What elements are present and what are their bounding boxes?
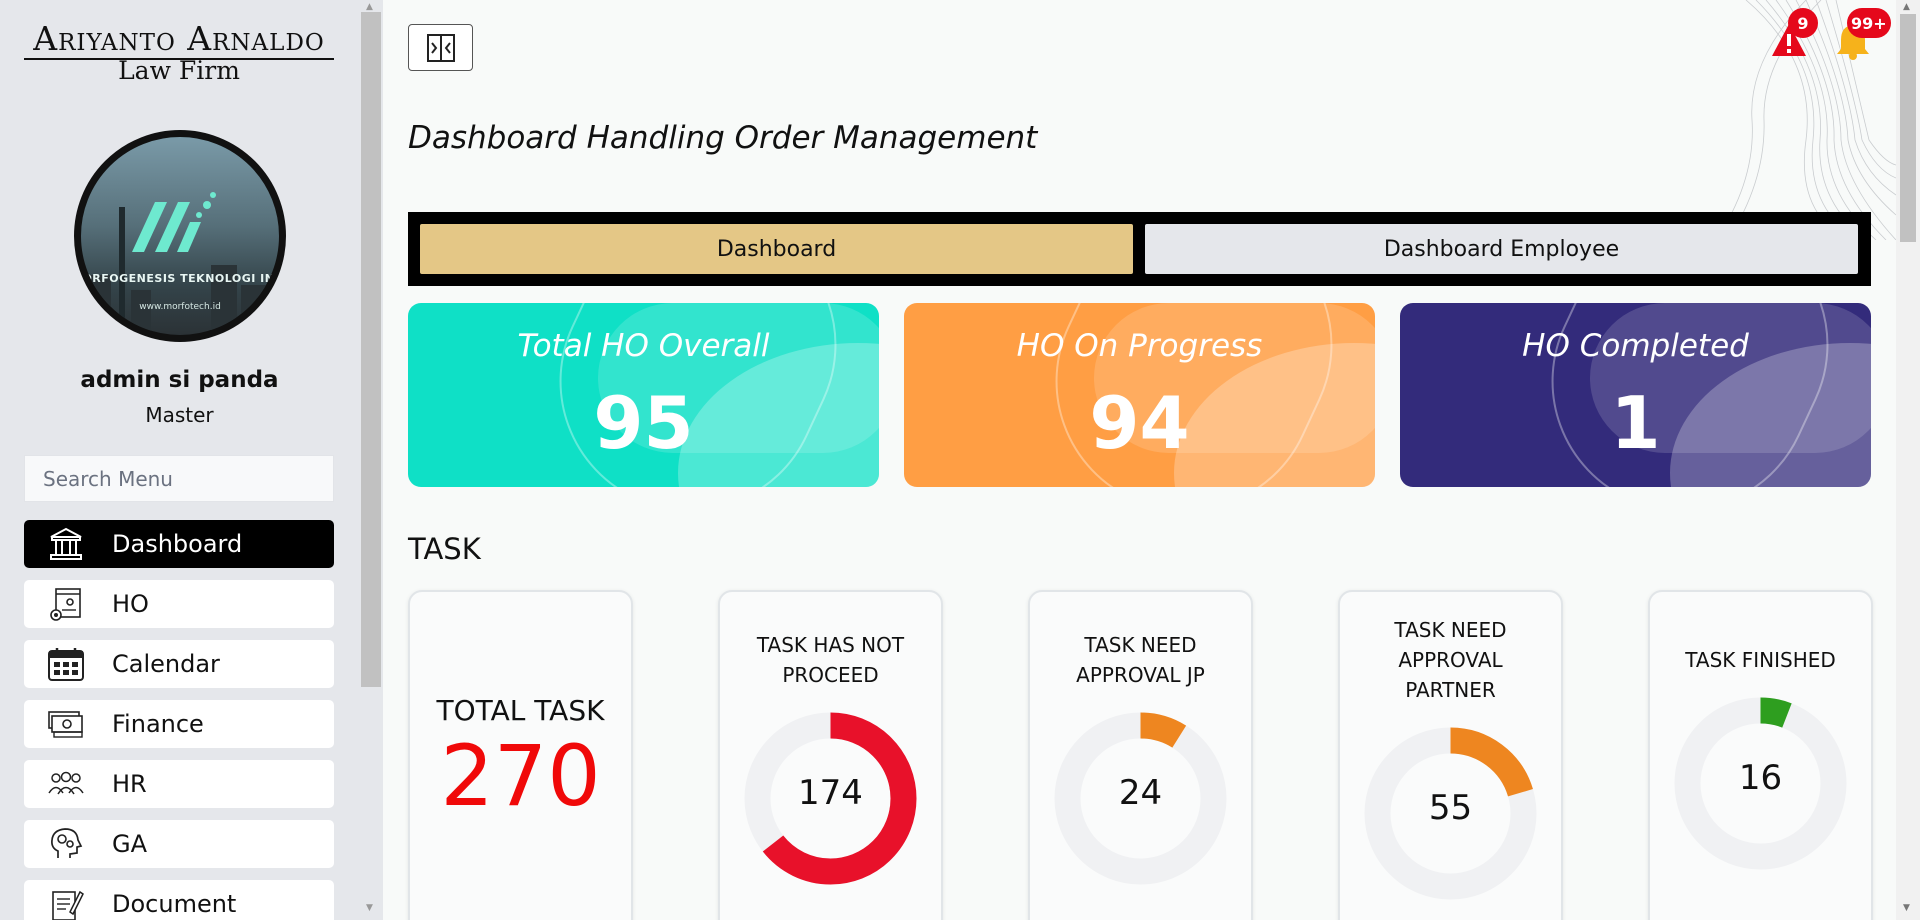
title-line: TASK NEED [1394,618,1507,642]
nav-label: Finance [112,710,204,738]
avatar: MORFOGENESIS TEKNOLOGI INDONESIA www.mor… [74,130,286,342]
document-icon [44,885,88,920]
task-card-need-approval-jp[interactable]: TASK NEED APPROVAL JP 24 [1028,590,1253,920]
user-name: admin si panda [80,367,279,393]
web-settings-icon [44,585,88,623]
total-task-value: 270 [440,727,601,825]
alerts-badge: 9 [1788,8,1818,38]
scroll-down-arrow[interactable]: ▼ [366,903,373,913]
total-task-card[interactable]: TOTAL TASK 270 [408,590,633,920]
tab-dashboard[interactable]: Dashboard [420,224,1133,274]
nav-item-ho[interactable]: HO [24,580,334,628]
title-line: PROCEED [782,663,879,687]
donut-value: 55 [1428,788,1473,828]
nav-label: HR [112,770,147,798]
stat-title: HO Completed [1522,328,1749,364]
user-role: Master [145,403,214,427]
main-scroll-thumb[interactable] [1900,14,1916,242]
sidebar-toggle-button[interactable] [408,24,473,71]
notifications-badge: 99+ [1847,8,1891,38]
firm-logo[interactable]: Ariyanto Arnaldo Law Firm [24,20,334,86]
avatar-company-text: MORFOGENESIS TEKNOLOGI INDONESIA [74,272,285,285]
nav-label: GA [112,830,148,858]
title-line: TASK FINISHED [1685,648,1836,672]
task-card-title: TASK HAS NOT PROCEED [720,630,941,690]
task-card-not-proceed[interactable]: TASK HAS NOT PROCEED 174 [718,590,943,920]
title-line: APPROVAL JP [1076,663,1205,687]
task-card-need-approval-partner[interactable]: TASK NEED APPROVAL PARTNER 55 [1338,590,1563,920]
nav-label: Calendar [112,650,220,678]
title-line: TASK NEED [1084,633,1197,657]
expand-collapse-icon [426,33,455,62]
stat-value: 94 [1089,381,1190,465]
stat-card-ho-on-progress[interactable]: HO On Progress 94 [904,303,1375,487]
total-task-label: TOTAL TASK [436,694,605,727]
sidebar-scrollbar[interactable]: ▲ ▼ [359,0,383,920]
company-logo-mark [132,192,216,252]
stat-value: 95 [593,381,694,465]
scroll-up-arrow[interactable]: ▲ [1903,2,1910,12]
alerts-button[interactable]: 9 [1770,8,1818,62]
donut-value: 174 [798,773,863,813]
task-card-title: TASK NEED APPROVAL PARTNER [1340,615,1561,705]
title-line: TASK HAS NOT [756,633,905,657]
tab-dashboard-employee[interactable]: Dashboard Employee [1145,224,1858,274]
stat-card-total-ho[interactable]: Total HO Overall 95 [408,303,879,487]
nav-label: Document [112,890,237,918]
sidebar: Ariyanto Arnaldo Law Firm MORFOGENESIS T… [0,0,359,920]
firm-subtitle: Law Firm [118,56,240,85]
money-icon [44,705,88,743]
search-menu-input[interactable] [24,455,334,502]
calendar-icon [44,645,88,683]
task-card-finished[interactable]: TASK FINISHED 16 [1648,590,1873,920]
stat-value: 1 [1610,381,1661,465]
firm-name: Ariyanto Arnaldo [24,20,334,60]
nav-item-ga[interactable]: GA [24,820,334,868]
nav-item-dashboard[interactable]: Dashboard [24,520,334,568]
title-line: APPROVAL [1398,648,1503,672]
stat-title: Total HO Overall [517,328,770,364]
stat-card-ho-completed[interactable]: HO Completed 1 [1400,303,1871,487]
main-scrollbar[interactable]: ▲ ▼ [1896,0,1920,920]
nav-label: Dashboard [112,530,243,558]
head-gears-icon [44,825,88,863]
task-section-heading: TASK [408,532,481,566]
main-content: Dashboard Handling Order Management 9 99… [383,0,1896,920]
page-title: Dashboard Handling Order Management [408,120,1038,156]
donut-value: 24 [1118,773,1163,813]
donut-value: 16 [1738,758,1783,798]
notifications-button[interactable]: 99+ [1835,8,1891,62]
nav-label: HO [112,590,149,618]
stat-title: HO On Progress [1016,328,1263,364]
nav-item-document[interactable]: Document [24,880,334,920]
avatar-building [131,290,151,335]
nav-item-hr[interactable]: HR [24,760,334,808]
nav-item-finance[interactable]: Finance [24,700,334,748]
people-icon [44,765,88,803]
task-card-title: TASK FINISHED [1650,645,1871,675]
dashboard-tabs: Dashboard Dashboard Employee [408,212,1871,286]
nav-item-calendar[interactable]: Calendar [24,640,334,688]
avatar-url-text: www.morfotech.id [139,302,221,312]
sidebar-scroll-thumb[interactable] [361,12,381,687]
scroll-up-arrow[interactable]: ▲ [366,2,373,12]
task-card-title: TASK NEED APPROVAL JP [1030,630,1251,690]
title-line: PARTNER [1405,678,1496,702]
bank-icon [44,525,88,563]
scroll-down-arrow[interactable]: ▼ [1903,903,1910,913]
